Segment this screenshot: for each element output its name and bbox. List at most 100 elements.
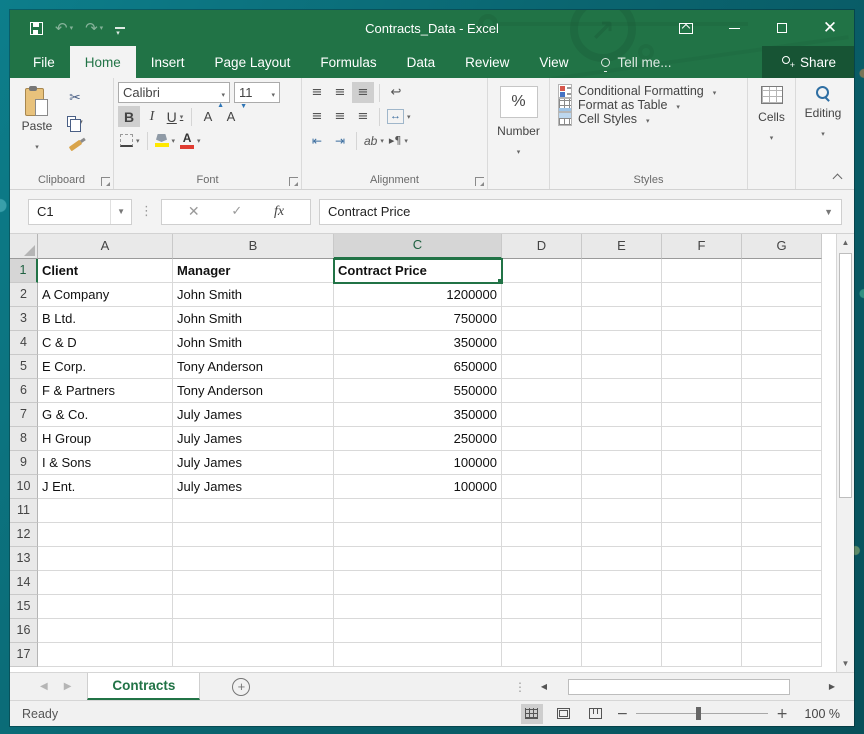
cell-E9[interactable] xyxy=(582,451,662,475)
cell-G5[interactable] xyxy=(742,355,822,379)
cell-A1[interactable]: Client xyxy=(38,259,173,283)
horizontal-scroll-track[interactable] xyxy=(554,678,822,696)
menu-tab-data[interactable]: Data xyxy=(392,46,451,78)
cell-B1[interactable]: Manager xyxy=(173,259,334,283)
cell-G4[interactable] xyxy=(742,331,822,355)
cell-D17[interactable] xyxy=(502,643,582,667)
cell-F9[interactable] xyxy=(662,451,742,475)
cell-C2[interactable]: 1200000 xyxy=(334,283,502,307)
zoom-slider[interactable] xyxy=(636,713,768,715)
cell-A5[interactable]: E Corp. xyxy=(38,355,173,379)
row-header-5[interactable]: 5 xyxy=(10,355,38,379)
styles-item-cell-styles[interactable]: Cell Styles xyxy=(558,112,743,126)
minimize-button[interactable] xyxy=(710,10,758,46)
cell-F7[interactable] xyxy=(662,403,742,427)
cell-F14[interactable] xyxy=(662,571,742,595)
cell-D16[interactable] xyxy=(502,619,582,643)
cell-C11[interactable] xyxy=(334,499,502,523)
cell-E10[interactable] xyxy=(582,475,662,499)
cancel-entry-icon[interactable]: ✕ xyxy=(188,204,200,220)
font-size-select[interactable]: 11 xyxy=(234,82,280,103)
cell-B11[interactable] xyxy=(173,499,334,523)
cell-B7[interactable]: July James xyxy=(173,403,334,427)
cell-A3[interactable]: B Ltd. xyxy=(38,307,173,331)
menu-tab-insert[interactable]: Insert xyxy=(136,46,200,78)
cell-C3[interactable]: 750000 xyxy=(334,307,502,331)
row-header-17[interactable]: 17 xyxy=(10,643,38,667)
row-header-16[interactable]: 16 xyxy=(10,619,38,643)
cell-D6[interactable] xyxy=(502,379,582,403)
cell-D5[interactable] xyxy=(502,355,582,379)
align-right-button[interactable]: ≡ xyxy=(352,106,374,127)
row-header-9[interactable]: 9 xyxy=(10,451,38,475)
cell-E7[interactable] xyxy=(582,403,662,427)
next-sheet-icon[interactable]: ▶ xyxy=(64,681,72,692)
cell-C10[interactable]: 100000 xyxy=(334,475,502,499)
customize-qat-button[interactable] xyxy=(115,27,125,29)
cell-G15[interactable] xyxy=(742,595,822,619)
font-dialog-launcher[interactable] xyxy=(289,177,298,186)
expand-formula-bar-icon[interactable]: ▼ xyxy=(824,207,833,217)
select-all-button[interactable] xyxy=(10,234,38,259)
cell-G2[interactable] xyxy=(742,283,822,307)
bold-button[interactable]: B xyxy=(118,106,140,127)
column-header-D[interactable]: D xyxy=(502,234,582,259)
row-header-15[interactable]: 15 xyxy=(10,595,38,619)
cells-group-button[interactable]: Cells xyxy=(748,78,796,189)
cell-E3[interactable] xyxy=(582,307,662,331)
cell-F3[interactable] xyxy=(662,307,742,331)
row-header-11[interactable]: 11 xyxy=(10,499,38,523)
cell-G3[interactable] xyxy=(742,307,822,331)
cell-D9[interactable] xyxy=(502,451,582,475)
cell-D13[interactable] xyxy=(502,547,582,571)
column-header-B[interactable]: B xyxy=(173,234,334,259)
row-header-6[interactable]: 6 xyxy=(10,379,38,403)
merge-center-button[interactable]: ↔ xyxy=(385,106,413,127)
cell-A2[interactable]: A Company xyxy=(38,283,173,307)
top-align-button[interactable]: ≡ xyxy=(306,82,328,103)
cell-C12[interactable] xyxy=(334,523,502,547)
formula-bar-handle[interactable]: ⋮ xyxy=(140,204,153,219)
center-button[interactable]: ≡ xyxy=(329,106,351,127)
menu-tab-formulas[interactable]: Formulas xyxy=(305,46,391,78)
scroll-down-icon[interactable]: ▼ xyxy=(837,655,854,672)
cell-G8[interactable] xyxy=(742,427,822,451)
cell-F6[interactable] xyxy=(662,379,742,403)
confirm-entry-icon[interactable]: ✓ xyxy=(231,204,242,219)
row-header-3[interactable]: 3 xyxy=(10,307,38,331)
cell-B5[interactable]: Tony Anderson xyxy=(173,355,334,379)
alignment-dialog-launcher[interactable] xyxy=(475,177,484,186)
cell-B9[interactable]: July James xyxy=(173,451,334,475)
scroll-left-icon[interactable]: ◀ xyxy=(536,678,552,696)
paste-dropdown[interactable] xyxy=(35,136,39,154)
cell-B13[interactable] xyxy=(173,547,334,571)
cell-C15[interactable] xyxy=(334,595,502,619)
cell-B6[interactable]: Tony Anderson xyxy=(173,379,334,403)
cell-G10[interactable] xyxy=(742,475,822,499)
orientation-button[interactable]: ab xyxy=(362,130,386,151)
cell-G11[interactable] xyxy=(742,499,822,523)
cell-D8[interactable] xyxy=(502,427,582,451)
cell-E5[interactable] xyxy=(582,355,662,379)
scroll-up-icon[interactable]: ▲ xyxy=(837,234,854,251)
cell-C13[interactable] xyxy=(334,547,502,571)
zoom-out-button[interactable]: − xyxy=(617,706,629,722)
menu-tab-file[interactable]: File xyxy=(18,46,70,78)
row-header-7[interactable]: 7 xyxy=(10,403,38,427)
paste-button[interactable]: Paste xyxy=(14,82,60,171)
horizontal-scroll-thumb[interactable] xyxy=(568,679,790,695)
cell-A11[interactable] xyxy=(38,499,173,523)
ribbon-display-options-button[interactable] xyxy=(662,10,710,46)
cell-C17[interactable] xyxy=(334,643,502,667)
cell-G9[interactable] xyxy=(742,451,822,475)
cell-B10[interactable]: July James xyxy=(173,475,334,499)
cell-C9[interactable]: 100000 xyxy=(334,451,502,475)
cell-B14[interactable] xyxy=(173,571,334,595)
undo-button[interactable]: ↶ xyxy=(55,21,73,36)
cell-D1[interactable] xyxy=(502,259,582,283)
cell-F13[interactable] xyxy=(662,547,742,571)
cell-G16[interactable] xyxy=(742,619,822,643)
cell-E11[interactable] xyxy=(582,499,662,523)
middle-align-button[interactable]: ≡ xyxy=(329,82,351,103)
cell-E16[interactable] xyxy=(582,619,662,643)
